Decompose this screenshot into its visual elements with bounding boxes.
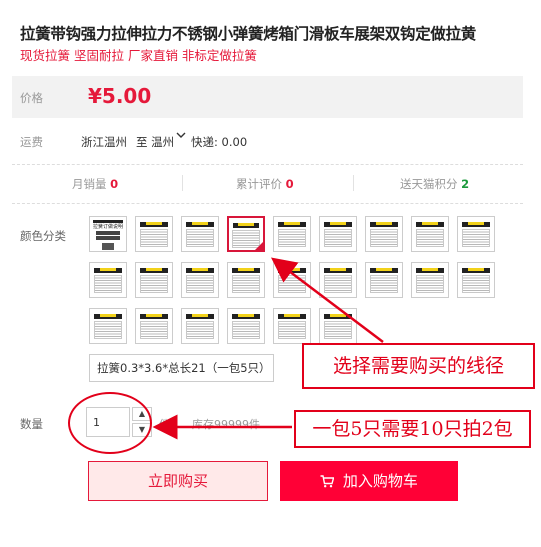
divider xyxy=(182,175,183,191)
stock-text: 库存99999件 xyxy=(192,418,260,431)
color-option-thumb[interactable] xyxy=(365,216,403,252)
color-option-thumb[interactable] xyxy=(411,216,449,252)
color-option-thumb[interactable] xyxy=(365,262,403,298)
shipping-destination-select[interactable]: 至 温州 xyxy=(136,134,174,150)
quantity-label: 数量 xyxy=(20,417,43,431)
color-option-thumb[interactable] xyxy=(273,216,311,252)
annotation-callout-choose: 选择需要购买的线径 xyxy=(302,343,535,389)
shipping-label: 运费 xyxy=(20,135,43,149)
add-to-cart-button[interactable]: 加入购物车 xyxy=(280,461,458,501)
color-option-thumb[interactable] xyxy=(181,262,219,298)
reviews-value: 0 xyxy=(285,177,294,191)
selected-check-icon xyxy=(254,241,263,250)
thumb-title: 拉簧订做说明 xyxy=(92,224,123,230)
color-option-thumb[interactable] xyxy=(273,262,311,298)
color-option-thumb[interactable] xyxy=(181,308,219,344)
color-option-thumb[interactable] xyxy=(89,308,127,344)
tmall-points-value: 2 xyxy=(461,177,470,191)
color-option-label: 颜色分类 xyxy=(20,229,66,243)
shipping-fee: 快递: 0.00 xyxy=(191,135,248,149)
product-title: 拉簧带钩强力拉伸拉力不锈钢小弹簧烤箱门滑板车展架双钩定做拉黄 xyxy=(20,25,477,43)
product-subtitle: 现货拉簧 坚固耐拉 厂家直销 非标定做拉簧 xyxy=(20,48,257,63)
tmall-points: 送天猫积分 2 xyxy=(400,176,469,192)
tmall-points-label: 送天猫积分 xyxy=(400,177,458,191)
color-option-thumb[interactable] xyxy=(273,308,311,344)
chevron-down-icon[interactable] xyxy=(176,130,186,143)
color-option-thumb[interactable] xyxy=(181,216,219,252)
color-option-thumb[interactable] xyxy=(227,308,265,344)
monthly-sales-label: 月销量 xyxy=(72,177,107,191)
reviews-label: 累计评价 xyxy=(236,177,282,191)
quantity-unit: 件 xyxy=(159,418,170,431)
shipping-from: 浙江温州 xyxy=(81,135,127,149)
color-option-thumb[interactable] xyxy=(89,262,127,298)
divider xyxy=(353,175,354,191)
color-option-thumb[interactable] xyxy=(457,216,495,252)
color-option-thumb[interactable] xyxy=(319,216,357,252)
cart-icon xyxy=(320,472,343,490)
buy-now-button[interactable]: 立即购买 xyxy=(88,461,268,501)
color-option-thumb-info[interactable]: 拉簧订做说明 xyxy=(89,216,127,252)
reviews[interactable]: 累计评价 0 xyxy=(236,176,294,192)
add-to-cart-label: 加入购物车 xyxy=(342,472,418,490)
color-option-thumb-selected[interactable] xyxy=(227,216,265,252)
selected-option-tooltip: 拉簧0.3*3.6*总长21（一包5只） xyxy=(89,354,274,382)
monthly-sales: 月销量 0 xyxy=(72,176,118,192)
divider xyxy=(12,203,523,204)
annotation-callout-quantity: 一包5只需要10只拍2包 xyxy=(294,410,531,448)
color-option-thumb[interactable] xyxy=(135,216,173,252)
annotation-circle xyxy=(68,392,152,454)
color-option-thumb[interactable] xyxy=(411,262,449,298)
price-value: ¥5.00 xyxy=(88,84,152,108)
price-label: 价格 xyxy=(20,91,43,105)
color-option-thumb[interactable] xyxy=(135,262,173,298)
divider xyxy=(12,164,523,165)
color-option-thumb[interactable] xyxy=(319,262,357,298)
monthly-sales-value: 0 xyxy=(110,177,119,191)
color-option-thumb[interactable] xyxy=(319,308,357,344)
color-option-thumb[interactable] xyxy=(227,262,265,298)
color-option-thumb[interactable] xyxy=(457,262,495,298)
color-option-thumb[interactable] xyxy=(135,308,173,344)
